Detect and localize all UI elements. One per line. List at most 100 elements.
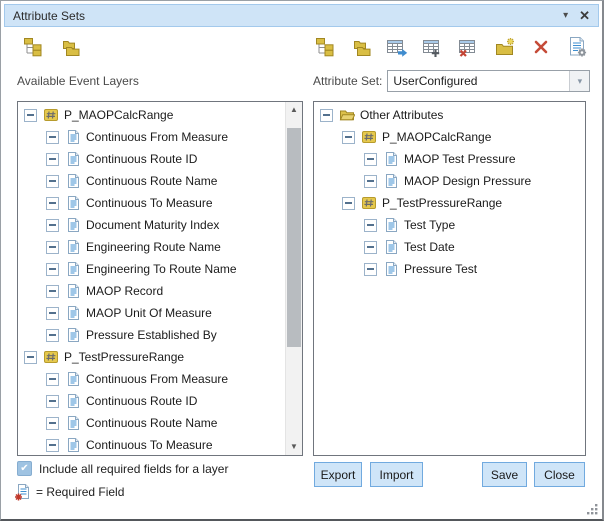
collapse-toggle[interactable] [364, 153, 377, 166]
collapse-toggle[interactable] [46, 373, 59, 386]
scroll-down-icon[interactable]: ▼ [286, 439, 302, 455]
scroll-up-icon[interactable]: ▲ [286, 102, 302, 118]
add-all-layers-button[interactable] [59, 36, 81, 58]
collapse-toggle[interactable] [46, 417, 59, 430]
available-layers-panel: P_MAOPCalcRange Continuous From Measure Co… [17, 101, 303, 456]
tree-node-pressure-established-by[interactable]: Pressure Established By [18, 324, 285, 346]
resize-grip[interactable] [586, 503, 599, 516]
collapse-toggle[interactable] [46, 219, 59, 232]
collapse-toggle[interactable] [342, 197, 355, 210]
available-layers-tree: P_MAOPCalcRange Continuous From Measure Co… [18, 102, 285, 455]
dropdown-arrow-icon[interactable]: ▾ [569, 71, 589, 91]
folder-open-icon [339, 107, 355, 123]
tree-node-label: Continuous From Measure [86, 372, 228, 386]
tree-node-label: P_MAOPCalcRange [64, 108, 173, 122]
tree-node-continuous-route-id[interactable]: Continuous Route ID [18, 390, 285, 412]
collapse-toggle[interactable] [364, 263, 377, 276]
tree-node-label: MAOP Record [86, 284, 163, 298]
collapse-toggle[interactable] [24, 351, 37, 364]
collapse-toggle[interactable] [364, 241, 377, 254]
close-window-icon[interactable]: ✕ [579, 9, 590, 22]
attribute-set-tree: Other Attributes P_MAOPCalcRange MAOP Test… [314, 102, 585, 455]
tree-node-engineering-route-name[interactable]: Engineering Route Name [18, 236, 285, 258]
tree-node-label: Continuous To Measure [86, 196, 213, 210]
tree-node-continuous-to-measure[interactable]: Continuous To Measure [18, 192, 285, 214]
collapse-toggle[interactable] [46, 439, 59, 452]
tree-node-maop-unit-of-measure[interactable]: MAOP Unit Of Measure [18, 302, 285, 324]
tree-layers-icon [315, 37, 336, 58]
delete-x-icon [532, 38, 550, 56]
toolbar-right [314, 36, 588, 58]
tree-node-test-date[interactable]: Test Date [314, 236, 585, 258]
window-titlebar: Attribute Sets ▾ ✕ [4, 4, 599, 27]
tree-node-label: Pressure Established By [86, 328, 217, 342]
add-to-attribute-set-button[interactable] [314, 36, 336, 58]
collapse-toggle[interactable] [24, 109, 37, 122]
tree-node-pressure-test[interactable]: Pressure Test [314, 258, 585, 280]
collapse-toggle[interactable] [46, 241, 59, 254]
attribute-set-value: UserConfigured [388, 71, 569, 91]
new-folder-button[interactable] [494, 36, 516, 58]
add-event-layers-tree-button[interactable] [22, 36, 44, 58]
tree-node-test-type[interactable]: Test Type [314, 214, 585, 236]
collapse-toggle[interactable] [46, 131, 59, 144]
export-attribute-set-table-button[interactable] [386, 36, 408, 58]
tree-node-p-testpressurerange[interactable]: P_TestPressureRange [314, 192, 585, 214]
tree-node-continuous-from-measure[interactable]: Continuous From Measure [18, 368, 285, 390]
include-required-checkbox[interactable]: ✔ [17, 461, 32, 476]
collapse-toggle[interactable] [46, 307, 59, 320]
tree-node-label: P_TestPressureRange [382, 196, 502, 210]
scrollbar-thumb[interactable] [287, 128, 301, 347]
tree-node-continuous-from-measure[interactable]: Continuous From Measure [18, 126, 285, 148]
collapse-toggle[interactable] [46, 395, 59, 408]
collapse-toggle[interactable] [46, 153, 59, 166]
attribute-set-properties-button[interactable] [566, 36, 588, 58]
tree-node-label: Continuous Route ID [86, 394, 197, 408]
tree-node-label: P_MAOPCalcRange [382, 130, 491, 144]
tree-node-p-maopcalcrange[interactable]: P_MAOPCalcRange [18, 104, 285, 126]
collapse-toggle[interactable] [46, 175, 59, 188]
save-button[interactable]: Save [482, 462, 527, 487]
delete-attribute-set-button[interactable] [458, 36, 480, 58]
collapse-toggle[interactable] [364, 175, 377, 188]
tree-node-continuous-route-name[interactable]: Continuous Route Name [18, 170, 285, 192]
collapse-toggle[interactable] [46, 329, 59, 342]
remove-item-button[interactable] [530, 36, 552, 58]
collapse-toggle[interactable] [46, 263, 59, 276]
event-layer-icon [43, 107, 59, 123]
tree-node-continuous-route-name[interactable]: Continuous Route Name [18, 412, 285, 434]
vertical-scrollbar[interactable]: ▲ ▼ [285, 102, 302, 455]
collapse-toggle[interactable] [342, 131, 355, 144]
collapse-toggle[interactable] [46, 197, 59, 210]
tree-node-maop-test-pressure[interactable]: MAOP Test Pressure [314, 148, 585, 170]
field-doc-icon [65, 151, 81, 167]
field-doc-icon [65, 129, 81, 145]
collapse-toggle[interactable] [46, 285, 59, 298]
tree-node-p-testpressurerange[interactable]: P_TestPressureRange [18, 346, 285, 368]
export-button[interactable]: Export [314, 462, 362, 487]
close-button[interactable]: Close [534, 462, 585, 487]
collapse-toggle[interactable] [364, 219, 377, 232]
collapse-toggle[interactable] [320, 109, 333, 122]
import-button[interactable]: Import [370, 462, 423, 487]
tree-layers-icon [23, 37, 44, 58]
tree-node-other-attributes[interactable]: Other Attributes [314, 104, 585, 126]
attribute-set-dropdown[interactable]: UserConfigured ▾ [387, 70, 590, 92]
tree-node-label: Continuous To Measure [86, 438, 213, 452]
tree-node-label: Continuous From Measure [86, 130, 228, 144]
tree-node-engineering-to-route-name[interactable]: Engineering To Route Name [18, 258, 285, 280]
tree-node-continuous-route-id[interactable]: Continuous Route ID [18, 148, 285, 170]
tree-node-document-maturity-index[interactable]: Document Maturity Index [18, 214, 285, 236]
field-doc-icon [65, 371, 81, 387]
attribute-sets-dialog: Attribute Sets ▾ ✕ Available Event Layer… [0, 0, 604, 521]
tree-node-p-maopcalcrange[interactable]: P_MAOPCalcRange [314, 126, 585, 148]
tree-node-maop-design-pressure[interactable]: MAOP Design Pressure [314, 170, 585, 192]
add-group-folder-button[interactable] [350, 36, 372, 58]
event-layer-icon [43, 349, 59, 365]
tree-node-maop-record[interactable]: MAOP Record [18, 280, 285, 302]
collapse-window-icon[interactable]: ▾ [563, 11, 568, 21]
new-attribute-set-button[interactable] [422, 36, 444, 58]
tree-node-continuous-to-measure[interactable]: Continuous To Measure [18, 434, 285, 456]
attribute-set-panel: Other Attributes P_MAOPCalcRange MAOP Test… [313, 101, 586, 456]
toolbar-left [22, 36, 81, 58]
